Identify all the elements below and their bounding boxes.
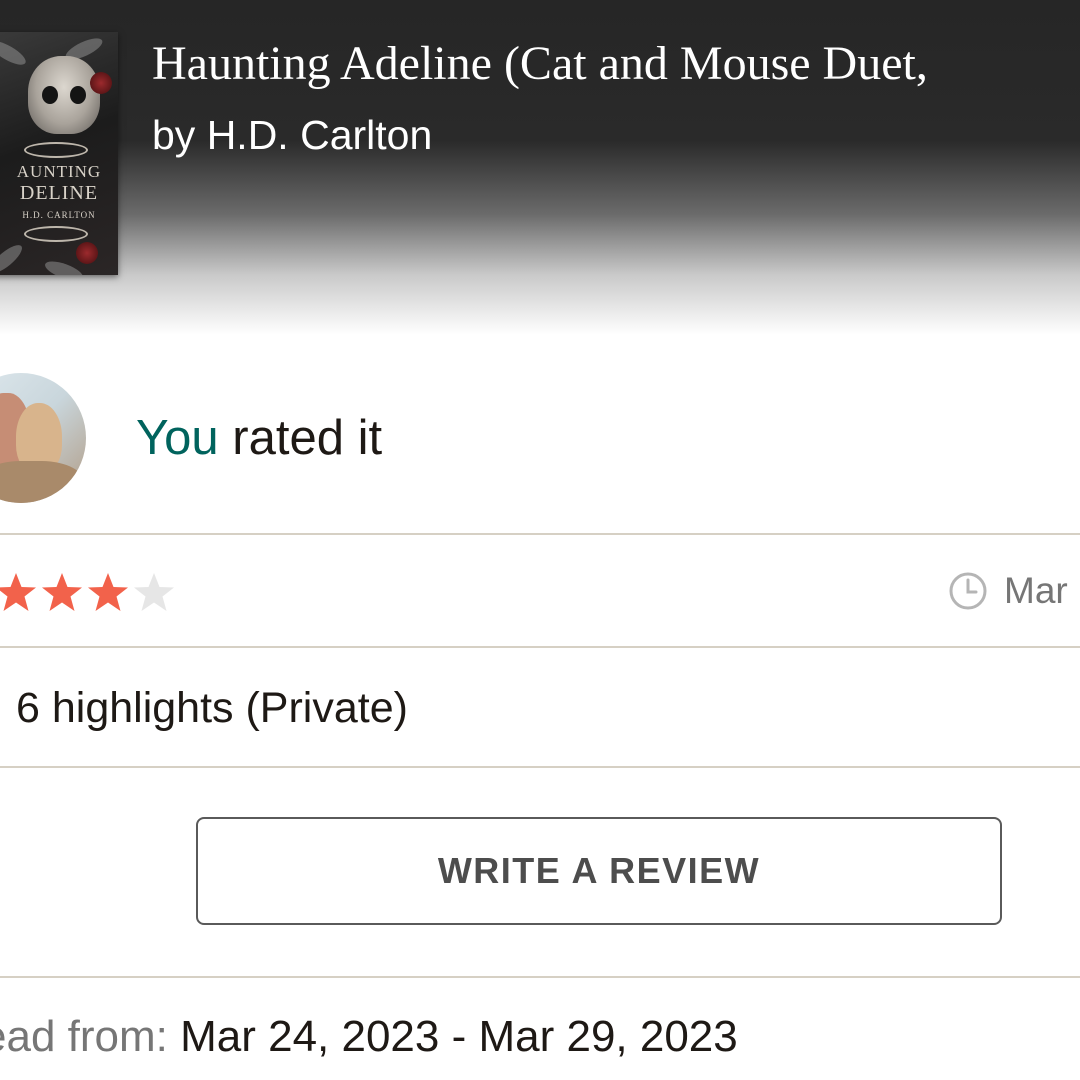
- cover-ornament: [24, 142, 88, 158]
- divider: [0, 976, 1080, 978]
- rated-it-label: rated it: [218, 411, 383, 465]
- cover-skull-eye: [70, 86, 86, 104]
- cover-rose-art: [90, 72, 112, 94]
- divider: [0, 533, 1080, 535]
- cover-leaf-decoration: [0, 36, 29, 70]
- clock-icon: [949, 572, 987, 610]
- star-icon-empty[interactable]: [130, 570, 178, 616]
- book-cover-image[interactable]: AUNTING DELINE H.D. CARLTON: [0, 32, 118, 275]
- read-dates-row[interactable]: ead from: Mar 24, 2023 - Mar 29, 2023: [0, 1012, 738, 1062]
- star-icon-filled[interactable]: [0, 570, 40, 616]
- cover-skull-eye: [42, 86, 58, 104]
- book-header: AUNTING DELINE H.D. CARLTON Haunting Ade…: [0, 0, 1080, 335]
- cover-skull-art: [28, 56, 100, 134]
- read-from-label: ead from:: [0, 1012, 181, 1061]
- rated-it-text: You rated it: [136, 410, 382, 466]
- star-rating[interactable]: [0, 570, 176, 616]
- book-detail-page: AUNTING DELINE H.D. CARLTON Haunting Ade…: [0, 0, 1080, 1080]
- user-avatar[interactable]: [0, 373, 86, 503]
- cover-leaf-decoration: [0, 240, 26, 275]
- write-review-button[interactable]: WRITE A REVIEW: [196, 817, 1002, 925]
- read-dates-value: Mar 24, 2023 - Mar 29, 2023: [180, 1012, 738, 1061]
- book-title[interactable]: Haunting Adeline (Cat and Mouse Duet,: [152, 36, 928, 91]
- cover-rose-art: [76, 242, 98, 264]
- cover-ornament: [24, 226, 88, 242]
- divider: [0, 766, 1080, 768]
- cover-author: H.D. CARLTON: [22, 210, 96, 220]
- highlights-link[interactable]: 6 highlights (Private): [16, 684, 408, 733]
- rated-date: Mar: [1004, 570, 1068, 611]
- book-author[interactable]: by H.D. Carlton: [152, 112, 432, 159]
- star-icon-filled[interactable]: [84, 570, 132, 616]
- divider: [0, 646, 1080, 648]
- avatar-body: [0, 461, 86, 503]
- cover-title-line2: DELINE: [19, 182, 99, 204]
- star-icon-filled[interactable]: [38, 570, 86, 616]
- cover-title-line1: AUNTING: [16, 162, 102, 181]
- you-link[interactable]: You: [136, 411, 219, 465]
